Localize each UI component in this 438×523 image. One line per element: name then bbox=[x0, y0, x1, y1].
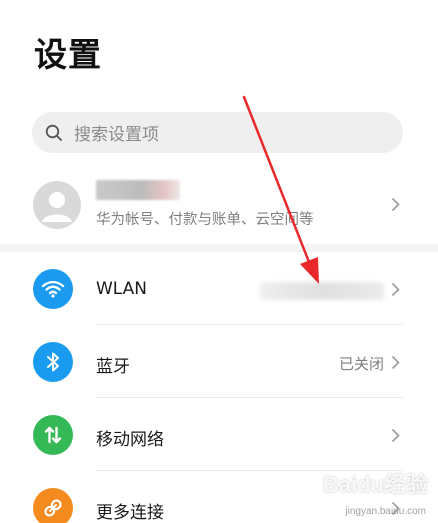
account-row[interactable]: 华为帐号、付款与账单、云空间等 bbox=[0, 168, 438, 244]
mobile-data-icon bbox=[33, 415, 73, 455]
account-name-redacted bbox=[96, 180, 180, 200]
setting-item-label: 更多连接 bbox=[96, 503, 164, 523]
setting-item-label: 蓝牙 bbox=[96, 357, 130, 377]
chevron-right-icon bbox=[388, 426, 402, 444]
chevron-right-icon bbox=[388, 280, 402, 298]
search-bar[interactable]: 搜索设置项 bbox=[32, 112, 403, 153]
setting-item-label: 移动网络 bbox=[96, 430, 164, 450]
bluetooth-icon bbox=[33, 342, 73, 382]
watermark-brand: Baidu经验 bbox=[322, 472, 428, 497]
setting-item-bluetooth[interactable]: 蓝牙 已关闭 bbox=[0, 325, 438, 398]
section-divider bbox=[0, 244, 438, 252]
setting-item-wlan[interactable]: WLAN bbox=[0, 252, 438, 325]
setting-item-mobile-network[interactable]: 移动网络 bbox=[0, 398, 438, 471]
search-icon bbox=[34, 112, 74, 153]
link-icon bbox=[33, 488, 73, 523]
search-input[interactable]: 搜索设置项 bbox=[74, 120, 159, 145]
wlan-network-redacted bbox=[260, 282, 384, 300]
setting-item-label: WLAN bbox=[96, 279, 148, 299]
wifi-icon bbox=[33, 269, 73, 309]
setting-item-status: 已关闭 bbox=[338, 355, 384, 373]
avatar bbox=[33, 181, 81, 229]
page-title: 设置 bbox=[34, 35, 102, 74]
chevron-right-icon bbox=[388, 353, 402, 371]
account-subtitle: 华为帐号、付款与账单、云空间等 bbox=[96, 212, 314, 228]
chevron-right-icon bbox=[388, 195, 402, 213]
watermark-url: jingyan.baidu.com bbox=[345, 506, 426, 517]
